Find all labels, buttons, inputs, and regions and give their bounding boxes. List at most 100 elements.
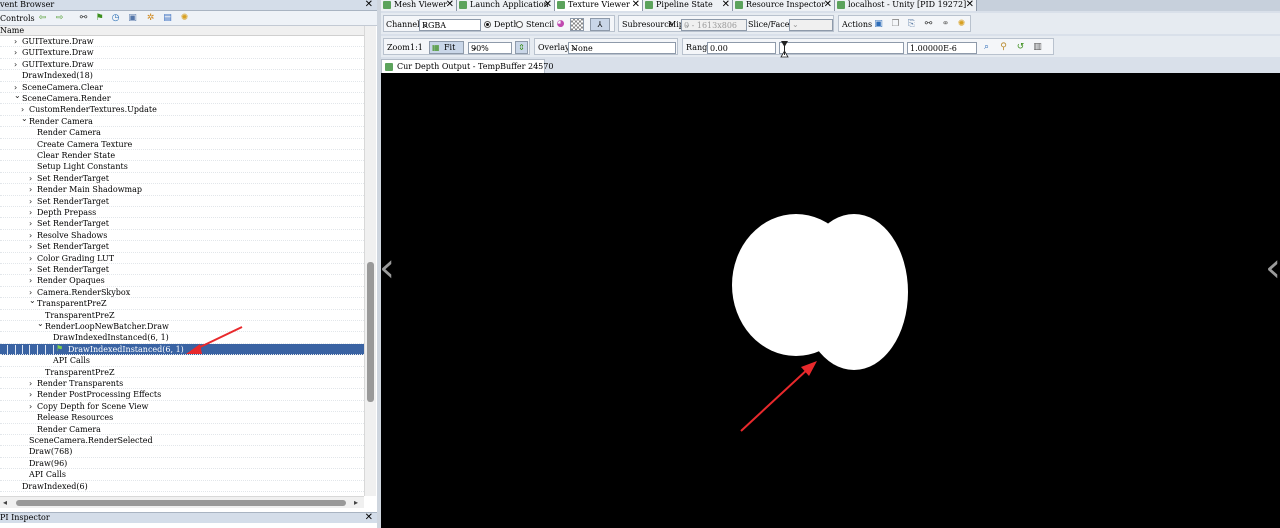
tree-row[interactable]: Create Camera Texture: [0, 139, 364, 150]
tree-row[interactable]: ⌄ TransparentPreZ: [0, 296, 364, 310]
close-icon[interactable]: ✕: [966, 0, 974, 10]
arrow-left-icon[interactable]: ⇦: [37, 13, 48, 24]
fit-button[interactable]: ▦ Fit: [429, 41, 464, 54]
chevron-right-icon[interactable]: ›: [29, 265, 36, 274]
range-min-field[interactable]: 0.00: [707, 42, 776, 54]
scroll-left-icon[interactable]: ◂: [3, 497, 7, 509]
zoom-range-icon[interactable]: ⌕: [981, 42, 992, 53]
tree-row[interactable]: › Set RenderTarget: [0, 173, 364, 185]
close-icon[interactable]: ✕: [446, 0, 454, 10]
zoom-select[interactable]: 90% ⌄: [468, 42, 512, 54]
tab-pipeline-state[interactable]: Pipeline State ✕: [643, 0, 733, 11]
texture-viewport[interactable]: ‹ ‹: [381, 73, 1280, 528]
texture-document-tab[interactable]: Cur Depth Output - TempBuffer 24570 ⋯: [381, 59, 553, 73]
settings-icon[interactable]: ✲: [145, 13, 156, 24]
next-arrow-icon[interactable]: ‹: [1265, 248, 1280, 288]
more-icon[interactable]: ⋯: [533, 61, 541, 71]
chevron-right-icon[interactable]: ›: [14, 37, 21, 46]
tree-row[interactable]: › GUITexture.Draw: [0, 59, 364, 71]
chevron-right-icon[interactable]: ›: [29, 174, 36, 183]
binoculars-icon[interactable]: ⚯: [78, 13, 89, 24]
tree-row[interactable]: › GUITexture.Draw: [0, 47, 364, 59]
clock-icon[interactable]: ◷: [110, 13, 121, 24]
chevron-down-icon[interactable]: ⌄: [37, 319, 44, 328]
binoculars-icon[interactable]: ⚯: [923, 19, 934, 30]
chevron-down-icon[interactable]: ⌄: [21, 114, 28, 123]
tree-row[interactable]: ⌄ SceneCamera.Render: [0, 91, 364, 105]
chevron-right-icon[interactable]: ›: [29, 185, 36, 194]
chevron-right-icon[interactable]: ›: [29, 390, 36, 399]
tree-row[interactable]: Release Resources: [0, 412, 364, 424]
chevron-right-icon[interactable]: ›: [29, 254, 36, 263]
tree-row[interactable]: Draw(96): [0, 458, 364, 470]
color-wheel-icon[interactable]: ◕: [555, 19, 566, 30]
channels-select[interactable]: RGBA ⌄: [419, 19, 481, 31]
chevron-right-icon[interactable]: ›: [29, 276, 36, 285]
scroll-right-icon[interactable]: ▸: [354, 497, 358, 509]
tree-row[interactable]: › CustomRenderTextures.Update: [0, 104, 364, 116]
close-icon[interactable]: ✕: [632, 0, 640, 10]
tree-row[interactable]: › Set RenderTarget: [0, 241, 364, 253]
save-icon[interactable]: ▣: [127, 13, 138, 24]
copy-icon[interactable]: ❐: [890, 19, 901, 30]
tree-row[interactable]: SceneCamera.RenderSelected: [0, 435, 364, 447]
save-icon[interactable]: ▣: [873, 19, 884, 30]
chevron-right-icon[interactable]: ›: [29, 208, 36, 217]
tree-row[interactable]: › Depth Prepass: [0, 207, 364, 219]
tree-row[interactable]: › Render Opaques: [0, 275, 364, 287]
chevron-right-icon[interactable]: ›: [29, 402, 36, 411]
tree-horizontal-scrollbar[interactable]: ◂ ▸: [0, 496, 364, 508]
tree-row[interactable]: › Render PostProcessing Effects: [0, 389, 364, 401]
previous-arrow-icon[interactable]: ‹: [381, 248, 395, 288]
tab-launch-application[interactable]: Launch Application ✕: [457, 0, 555, 11]
tree-row[interactable]: › Color Grading LUT: [0, 253, 364, 264]
checkerboard-icon[interactable]: [570, 18, 584, 31]
overlay-select[interactable]: None ⌄: [568, 42, 676, 54]
tree-vertical-scrollbar[interactable]: [364, 26, 376, 496]
chevron-right-icon[interactable]: ›: [14, 48, 21, 57]
tree-row[interactable]: › Camera.RenderSkybox: [0, 287, 364, 299]
chevron-right-icon[interactable]: ›: [29, 231, 36, 240]
close-icon[interactable]: ✕: [544, 0, 552, 10]
stencil-radio[interactable]: [516, 21, 523, 28]
tree-row[interactable]: › GUITexture.Draw: [0, 36, 364, 48]
tab-localhost-unity[interactable]: localhost - Unity [PID 19272] ✕: [835, 0, 977, 11]
reset-range-icon[interactable]: ↺: [1015, 42, 1026, 53]
flip-icon[interactable]: ⇕: [515, 41, 528, 54]
histogram-icon[interactable]: ▥: [1032, 42, 1043, 53]
chevron-down-icon[interactable]: ⌄: [29, 296, 36, 305]
range-min-handle[interactable]: [780, 39, 790, 59]
tree-row[interactable]: › Resolve Shadows: [0, 230, 364, 242]
zoom-ratio-button[interactable]: 1:1: [410, 43, 423, 52]
tree-row[interactable]: › Copy Depth for Scene View: [0, 401, 364, 413]
slice-face-select[interactable]: ⌄: [789, 19, 833, 31]
range-histogram[interactable]: [779, 41, 904, 58]
link-icon[interactable]: ⚭: [940, 19, 951, 30]
close-icon[interactable]: ✕: [365, 512, 373, 523]
close-icon[interactable]: ✕: [824, 0, 832, 10]
tree-row[interactable]: › Set RenderTarget: [0, 196, 364, 207]
depth-radio[interactable]: [484, 21, 491, 28]
arrow-right-icon[interactable]: ⇨: [54, 13, 65, 24]
flip-y-icon[interactable]: ⅄: [590, 18, 610, 31]
tree-row[interactable]: TransparentPreZ: [0, 367, 364, 378]
mip-select[interactable]: 0 - 1613x806 ⌄: [681, 19, 747, 31]
tree-row[interactable]: › Render Transparents: [0, 378, 364, 390]
auto-fit-icon[interactable]: ⚲: [998, 42, 1009, 53]
hscrollbar-thumb[interactable]: [16, 500, 346, 506]
tree-row[interactable]: › Set RenderTarget: [0, 218, 364, 230]
tree-row[interactable]: ⌄ Render Camera: [0, 114, 364, 128]
tab-mesh-viewer[interactable]: Mesh Viewer ✕: [381, 0, 457, 11]
column-header[interactable]: Name: [0, 26, 364, 36]
chevron-right-icon[interactable]: ›: [29, 197, 36, 206]
export-icon[interactable]: ▤: [162, 13, 173, 24]
range-max-field[interactable]: 1.00000E-6: [907, 42, 977, 54]
tree-row[interactable]: Draw(768): [0, 446, 364, 458]
chevron-down-icon[interactable]: ⌄: [14, 91, 21, 100]
gear-icon[interactable]: ✺: [956, 19, 967, 30]
chevron-right-icon[interactable]: ›: [29, 379, 36, 388]
tab-resource-inspector[interactable]: Resource Inspector ✕: [733, 0, 835, 11]
tree-row[interactable]: Render Camera: [0, 127, 364, 139]
tree-row[interactable]: DrawIndexed(18): [0, 70, 364, 82]
tab-texture-viewer[interactable]: Texture Viewer ✕: [555, 0, 643, 11]
